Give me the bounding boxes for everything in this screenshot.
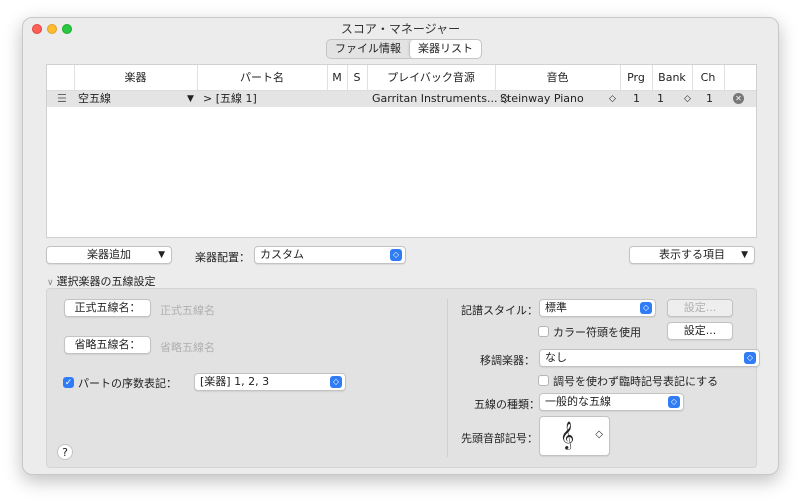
- part-name-cell[interactable]: > [五線 1]: [203, 91, 257, 107]
- close-window-button[interactable]: [32, 24, 42, 34]
- sound-stepper-icon[interactable]: ◇: [609, 91, 616, 107]
- full-staff-name-placeholder: 正式五線名: [160, 304, 215, 317]
- placement-value: カスタム: [260, 248, 304, 261]
- updown-chevron-icon: ◇: [640, 302, 652, 314]
- transposition-label: 移調楽器：: [480, 354, 535, 367]
- part-ordinal-checkbox[interactable]: ✓: [63, 377, 74, 388]
- abbr-staff-name-placeholder: 省略五線名: [160, 341, 215, 354]
- updown-chevron-icon: ◇: [330, 376, 342, 388]
- column-mute[interactable]: M: [327, 65, 348, 90]
- delete-row-icon[interactable]: ✕: [733, 93, 744, 104]
- column-playback[interactable]: プレイバック音源: [367, 65, 496, 90]
- tab-bar: ファイル情報 楽器リスト: [326, 39, 482, 59]
- column-instrument[interactable]: 楽器: [74, 65, 198, 90]
- part-ordinal-label: パートの序数表記：: [78, 377, 177, 390]
- full-staff-name-button[interactable]: 正式五線名：: [64, 299, 151, 317]
- window-title: スコア・マネージャー: [340, 22, 461, 36]
- transposition-select[interactable]: なし ◇: [539, 349, 760, 367]
- help-button[interactable]: ?: [57, 444, 73, 460]
- clef-label: 先頭音部記号：: [461, 432, 538, 445]
- staff-settings-panel: 正式五線名： 正式五線名 省略五線名： 省略五線名 ✓ パートの序数表記： [楽…: [46, 288, 760, 468]
- updown-chevron-icon: ◇: [744, 352, 756, 364]
- column-part-name[interactable]: パート名: [197, 65, 328, 90]
- notation-style-label: 記譜スタイル：: [461, 304, 538, 317]
- chevron-down-icon: ▼: [741, 250, 748, 260]
- playback-cell[interactable]: Garritan Instruments... ◇: [372, 91, 509, 107]
- updown-chevron-icon: ◇: [595, 429, 603, 440]
- placement-select[interactable]: カスタム ◇: [254, 246, 406, 264]
- table-row[interactable]: ☰ 空五線 ▼ > [五線 1] Garritan Instruments...…: [47, 91, 756, 107]
- column-ch[interactable]: Ch: [692, 65, 725, 90]
- staff-type-select[interactable]: 一般的な五線 ◇: [539, 393, 684, 411]
- score-manager-window: スコア・マネージャー ファイル情報 楽器リスト 楽器 パート名 M S プレイバ…: [22, 17, 779, 475]
- section-header[interactable]: ∨ 選択楽器の五線設定: [47, 273, 155, 289]
- updown-chevron-icon: ◇: [668, 396, 680, 408]
- zoom-window-button[interactable]: [62, 24, 72, 34]
- show-items-button[interactable]: 表示する項目 ▼: [629, 246, 755, 264]
- notation-style-value: 標準: [545, 301, 567, 314]
- section-title: 選択楽器の五線設定: [56, 275, 156, 288]
- instrument-cell: 空五線: [78, 92, 111, 105]
- color-noteheads-checkbox[interactable]: [538, 326, 549, 337]
- part-ordinal-select[interactable]: [楽器] 1, 2, 3 ◇: [194, 373, 346, 391]
- add-instrument-label: 楽器追加: [87, 248, 131, 261]
- notation-settings-button-disabled: 設定...: [667, 299, 733, 317]
- notation-style-select[interactable]: 標準 ◇: [539, 299, 656, 317]
- add-instrument-button[interactable]: 楽器追加 ▼: [46, 246, 172, 264]
- column-prg[interactable]: Prg: [620, 65, 653, 90]
- bank-stepper-icon[interactable]: ◇: [684, 91, 691, 107]
- panel-divider: [447, 299, 448, 457]
- part-ordinal-value: [楽器] 1, 2, 3: [200, 375, 270, 388]
- tab-file-info[interactable]: ファイル情報: [327, 40, 409, 58]
- drag-handle-icon[interactable]: ☰: [57, 91, 67, 107]
- column-solo[interactable]: S: [347, 65, 368, 90]
- header-spacer: [47, 65, 75, 90]
- ch-cell[interactable]: 1: [706, 91, 713, 107]
- sound-cell[interactable]: Steinway Piano: [500, 91, 584, 107]
- table-header: 楽器 パート名 M S プレイバック音源 音色 Prg Bank Ch: [47, 65, 756, 91]
- bank-cell[interactable]: 1: [657, 91, 664, 107]
- clef-select[interactable]: 𝄞 ◇: [539, 416, 610, 456]
- instrument-table: 楽器 パート名 M S プレイバック音源 音色 Prg Bank Ch ☰ 空五…: [46, 64, 757, 238]
- color-settings-button[interactable]: 設定...: [667, 322, 733, 340]
- staff-type-value: 一般的な五線: [545, 395, 611, 408]
- prg-cell[interactable]: 1: [633, 91, 640, 107]
- minimize-window-button[interactable]: [47, 24, 57, 34]
- show-items-label: 表示する項目: [659, 248, 725, 261]
- color-noteheads-label: カラー符頭を使用: [553, 326, 641, 339]
- staff-type-label: 五線の種類：: [474, 398, 540, 411]
- placement-label: 楽器配置：: [195, 251, 250, 264]
- key-signature-label: 調号を使わず臨時記号表記にする: [553, 375, 719, 388]
- abbr-staff-name-button[interactable]: 省略五線名：: [64, 336, 151, 354]
- instrument-dropdown-icon[interactable]: ▼: [187, 91, 194, 107]
- column-bank[interactable]: Bank: [652, 65, 693, 90]
- treble-clef-icon: 𝄞: [560, 421, 575, 449]
- tab-instrument-list[interactable]: 楽器リスト: [409, 40, 481, 58]
- key-signature-checkbox[interactable]: [538, 375, 549, 386]
- updown-chevron-icon: ◇: [390, 249, 402, 261]
- chevron-down-icon: ▼: [158, 250, 165, 260]
- transposition-value: なし: [545, 351, 567, 364]
- column-sound[interactable]: 音色: [495, 65, 621, 90]
